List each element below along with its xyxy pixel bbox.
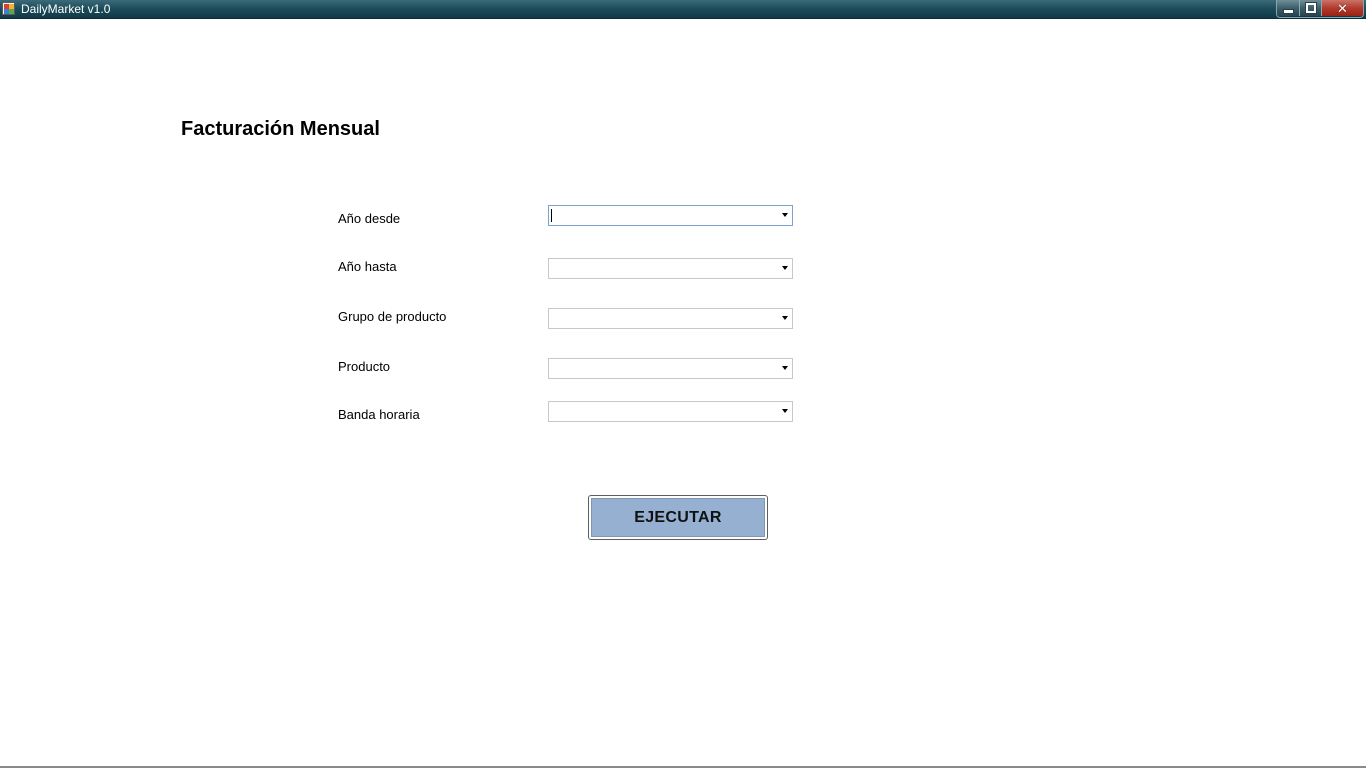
chevron-down-icon[interactable]: [782, 409, 788, 413]
banda-horaria-combobox[interactable]: [548, 401, 793, 422]
ano-desde-combobox[interactable]: [548, 205, 793, 226]
caption-buttons: ✕: [1276, 0, 1364, 18]
grupo-de-producto-combobox[interactable]: [548, 308, 793, 329]
label-ano-desde: Año desde: [338, 211, 401, 226]
execute-button-label: EJECUTAR: [591, 498, 765, 537]
label-ano-hasta: Año hasta: [338, 259, 397, 274]
close-icon: ✕: [1337, 0, 1348, 16]
app-window: DailyMarket v1.0 ✕ Facturación Mensual A…: [0, 0, 1366, 768]
restore-icon: [1304, 2, 1317, 14]
label-grupo-de-producto: Grupo de producto: [338, 309, 447, 324]
minimize-button[interactable]: [1277, 0, 1299, 16]
close-button[interactable]: ✕: [1321, 0, 1363, 16]
chevron-down-icon[interactable]: [782, 213, 788, 217]
page-title: Facturación Mensual: [181, 118, 380, 140]
execute-button[interactable]: EJECUTAR: [588, 495, 768, 540]
chevron-down-icon[interactable]: [782, 366, 788, 370]
chevron-down-icon[interactable]: [782, 266, 788, 270]
app-icon[interactable]: [2, 2, 15, 15]
ano-hasta-combobox[interactable]: [548, 258, 793, 279]
title-bar[interactable]: DailyMarket v1.0 ✕: [0, 0, 1366, 19]
window-title: DailyMarket v1.0: [21, 2, 111, 16]
minimize-icon: [1282, 8, 1294, 14]
label-producto: Producto: [338, 359, 391, 374]
producto-combobox[interactable]: [548, 358, 793, 379]
text-caret: [551, 209, 552, 222]
restore-button[interactable]: [1299, 0, 1321, 16]
label-banda-horaria: Banda horaria: [338, 407, 420, 422]
chevron-down-icon[interactable]: [782, 316, 788, 320]
